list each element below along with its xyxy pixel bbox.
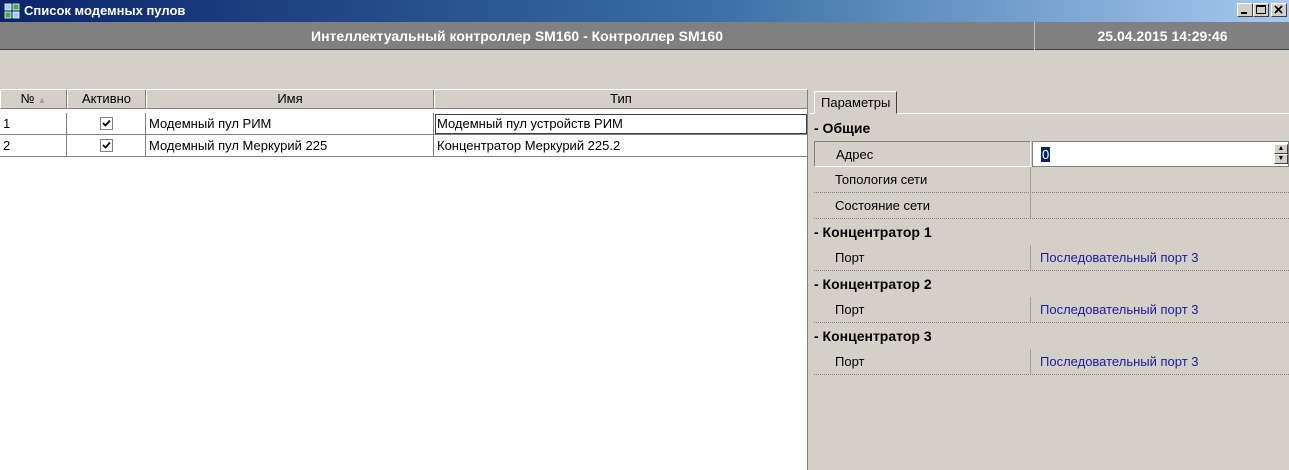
address-value: 0 bbox=[1041, 147, 1051, 162]
property-port[interactable]: Порт Последовательный порт 3 bbox=[814, 297, 1289, 323]
property-value[interactable]: Последовательный порт 3 bbox=[1032, 297, 1289, 323]
maximize-button[interactable] bbox=[1253, 3, 1269, 17]
property-port[interactable]: Порт Последовательный порт 3 bbox=[814, 349, 1289, 375]
property-value[interactable] bbox=[1032, 167, 1289, 193]
cell-name: Модемный пул Меркурий 225 bbox=[146, 135, 434, 157]
sort-ascending-icon: ▲ bbox=[37, 95, 47, 105]
property-value[interactable]: Последовательный порт 3 bbox=[1032, 245, 1289, 271]
cell-active bbox=[67, 135, 146, 157]
category-general[interactable]: - Общие bbox=[814, 116, 1289, 142]
property-name: Состояние сети bbox=[814, 193, 1031, 219]
category-concentrator-2[interactable]: - Концентратор 2 bbox=[814, 272, 1289, 298]
table-row[interactable]: 2 Модемный пул Меркурий 225 Концентратор… bbox=[0, 135, 808, 157]
cell-name: Модемный пул РИМ bbox=[146, 113, 434, 135]
column-header-type[interactable]: Тип bbox=[434, 89, 808, 109]
active-checkbox[interactable] bbox=[99, 139, 113, 153]
property-topology[interactable]: Топология сети bbox=[814, 167, 1289, 193]
title-bar[interactable]: Список модемных пулов bbox=[0, 0, 1289, 22]
current-datetime: 25.04.2015 14:29:46 bbox=[1097, 28, 1228, 44]
property-address[interactable]: Адрес 0 ▲ ▼ bbox=[814, 141, 1289, 167]
controller-name: Интеллектуальный контроллер SM160 - Конт… bbox=[0, 22, 1035, 50]
address-spin-editor[interactable]: 0 ▲ ▼ bbox=[1032, 141, 1289, 167]
property-name: Порт bbox=[814, 349, 1031, 375]
property-value[interactable]: Последовательный порт 3 bbox=[1032, 349, 1289, 375]
cell-active bbox=[67, 113, 146, 135]
minimize-icon bbox=[1241, 12, 1247, 14]
window-title: Список модемных пулов bbox=[24, 3, 186, 18]
column-header-number[interactable]: № ▲ bbox=[0, 89, 67, 109]
category-concentrator-1[interactable]: - Концентратор 1 bbox=[814, 220, 1289, 246]
column-number-label: № bbox=[20, 91, 35, 106]
column-header-name[interactable]: Имя bbox=[146, 89, 434, 109]
category-concentrator-3[interactable]: - Концентратор 3 bbox=[814, 324, 1289, 350]
spin-down-icon[interactable]: ▼ bbox=[1274, 154, 1288, 164]
cell-number: 1 bbox=[0, 113, 67, 135]
property-name: Адрес bbox=[814, 141, 1031, 167]
property-name: Топология сети bbox=[814, 167, 1031, 193]
property-name: Порт bbox=[814, 245, 1031, 271]
close-button[interactable] bbox=[1271, 3, 1287, 17]
checkmark-icon bbox=[101, 119, 111, 127]
property-network-state[interactable]: Состояние сети bbox=[814, 193, 1289, 219]
property-name: Порт bbox=[814, 297, 1031, 323]
active-checkbox[interactable] bbox=[99, 117, 113, 131]
modem-pools-window: Список модемных пулов Интеллектуальный к… bbox=[0, 0, 1289, 470]
cell-type: Концентратор Меркурий 225.2 bbox=[434, 135, 808, 157]
header-bar: Интеллектуальный контроллер SM160 - Конт… bbox=[0, 22, 1289, 50]
address-spinner[interactable]: ▲ ▼ bbox=[1274, 144, 1288, 165]
table-row[interactable]: 1 Модемный пул РИМ Модемный пул устройст… bbox=[0, 113, 808, 135]
column-header-active[interactable]: Активно bbox=[67, 89, 146, 109]
spin-up-icon[interactable]: ▲ bbox=[1274, 144, 1288, 154]
cell-number: 2 bbox=[0, 135, 67, 157]
close-icon bbox=[1274, 5, 1283, 14]
tab-parameters[interactable]: Параметры bbox=[814, 91, 898, 114]
table-header: № ▲ Активно Имя Тип bbox=[0, 89, 808, 109]
modem-pool-app-icon bbox=[4, 3, 20, 19]
property-value[interactable] bbox=[1032, 193, 1289, 219]
checkmark-icon bbox=[101, 141, 111, 149]
minimize-button[interactable] bbox=[1237, 3, 1253, 17]
maximize-icon bbox=[1256, 5, 1266, 14]
cell-type[interactable]: Модемный пул устройств РИМ bbox=[434, 113, 808, 135]
property-port[interactable]: Порт Последовательный порт 3 bbox=[814, 245, 1289, 271]
